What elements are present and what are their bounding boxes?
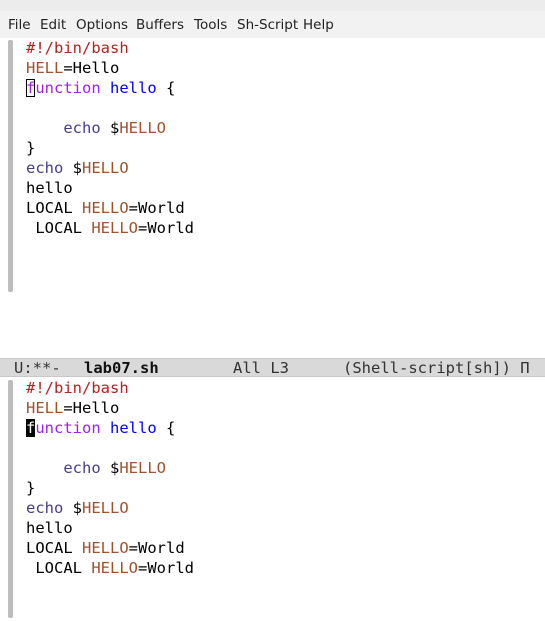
code-token: $ — [100, 119, 120, 137]
code-token: hello — [26, 519, 73, 537]
menu-help[interactable]: Help — [303, 17, 334, 33]
code-token: =World — [128, 199, 185, 217]
code-line[interactable]: LOCAL HELLO=World — [26, 558, 194, 578]
code-token: echo — [63, 459, 101, 477]
code-line[interactable]: echo $HELLO — [26, 158, 194, 178]
code-token: hello — [26, 179, 73, 197]
code-token: hello — [110, 419, 157, 437]
code-line[interactable]: hello — [26, 178, 194, 198]
editor-window-bottom[interactable]: #!/bin/bash HELL=Hello function hello { ec… — [0, 378, 545, 622]
code-token: HELLO — [82, 159, 129, 177]
code-token: HELLO — [119, 459, 166, 477]
code-token: $ — [100, 459, 120, 477]
code-token: echo — [63, 119, 101, 137]
code-token: echo — [26, 499, 64, 517]
code-token: =World — [138, 219, 194, 237]
code-token: unction — [35, 419, 101, 437]
code-line[interactable]: echo $HELLO — [26, 458, 194, 478]
code-token: #!/bin/bash — [26, 379, 129, 397]
code-token: } — [26, 139, 36, 157]
code-token: unction — [35, 79, 101, 97]
scrollbar-top[interactable] — [8, 40, 13, 292]
code-line[interactable]: } — [26, 478, 194, 498]
code-line[interactable]: echo $HELLO — [26, 118, 194, 138]
modeline-mode[interactable]: (Shell-script[sh]) П — [343, 359, 530, 376]
menu-options[interactable]: Options — [76, 17, 128, 33]
window-top-strip — [0, 0, 545, 11]
code-token: =World — [128, 539, 185, 557]
menu-bar: File Edit Options Buffers Tools Sh-Scrip… — [0, 11, 545, 38]
code-token: LOCAL — [26, 539, 82, 557]
code-line[interactable]: echo $HELLO — [26, 498, 194, 518]
code-token: HELL — [26, 59, 64, 77]
code-token: { — [156, 419, 176, 437]
code-token: #!/bin/bash — [26, 39, 129, 57]
menu-sh-script[interactable]: Sh-Script — [237, 17, 298, 33]
code-token: } — [26, 479, 36, 497]
code-token: echo — [26, 159, 64, 177]
mode-line: U:**- lab07.sh All L3 (Shell-script[sh])… — [0, 358, 545, 377]
menu-file[interactable]: File — [8, 17, 31, 33]
code-token: HELLO — [82, 199, 129, 217]
modeline-status: U:**- — [14, 359, 61, 377]
code-token: =World — [138, 559, 194, 577]
modeline-buffer-name[interactable]: lab07.sh — [84, 359, 159, 376]
code-token: $ — [63, 159, 82, 177]
code-line[interactable] — [26, 438, 194, 458]
code-token: HELLO — [119, 119, 166, 137]
code-token: LOCAL — [26, 199, 82, 217]
code-line[interactable]: LOCAL HELLO=World — [26, 198, 194, 218]
code-line[interactable]: function hello { — [26, 418, 194, 438]
menu-tools[interactable]: Tools — [194, 17, 227, 33]
code-token: HELLO — [91, 219, 138, 237]
code-line[interactable]: LOCAL HELLO=World — [26, 218, 194, 238]
left-fringe — [0, 38, 26, 358]
code-line[interactable]: } — [26, 138, 194, 158]
code-token: { — [156, 79, 176, 97]
code-line[interactable] — [26, 98, 194, 118]
code-token: HELL — [26, 399, 64, 417]
code-area-top[interactable]: #!/bin/bash HELL=Hello function hello { ec… — [26, 38, 194, 238]
code-line[interactable]: LOCAL HELLO=World — [26, 538, 194, 558]
code-token: HELLO — [91, 559, 138, 577]
code-token: HELLO — [82, 499, 129, 517]
menu-buffers[interactable]: Buffers — [136, 17, 184, 33]
code-line[interactable]: hello — [26, 518, 194, 538]
code-line[interactable]: #!/bin/bash — [26, 378, 194, 398]
code-token: LOCAL — [26, 559, 92, 577]
code-token: hello — [110, 79, 157, 97]
code-token: LOCAL — [26, 219, 92, 237]
code-token: HELLO — [82, 539, 129, 557]
code-line[interactable]: function hello { — [26, 78, 194, 98]
code-area-bottom[interactable]: #!/bin/bash HELL=Hello function hello { ec… — [26, 378, 194, 578]
code-line[interactable]: HELL=Hello — [26, 58, 194, 78]
code-line[interactable]: HELL=Hello — [26, 398, 194, 418]
code-token: =Hello — [63, 399, 120, 417]
text-cursor: f — [26, 79, 36, 97]
menu-edit[interactable]: Edit — [40, 17, 66, 33]
text-cursor: f — [26, 419, 36, 437]
editor-window-top[interactable]: #!/bin/bash HELL=Hello function hello { ec… — [0, 38, 545, 358]
code-token: $ — [63, 499, 82, 517]
scrollbar-bottom[interactable] — [8, 380, 13, 618]
code-token: =Hello — [63, 59, 120, 77]
left-fringe — [0, 378, 26, 622]
code-line[interactable]: #!/bin/bash — [26, 38, 194, 58]
modeline-position: All L3 — [233, 359, 289, 377]
